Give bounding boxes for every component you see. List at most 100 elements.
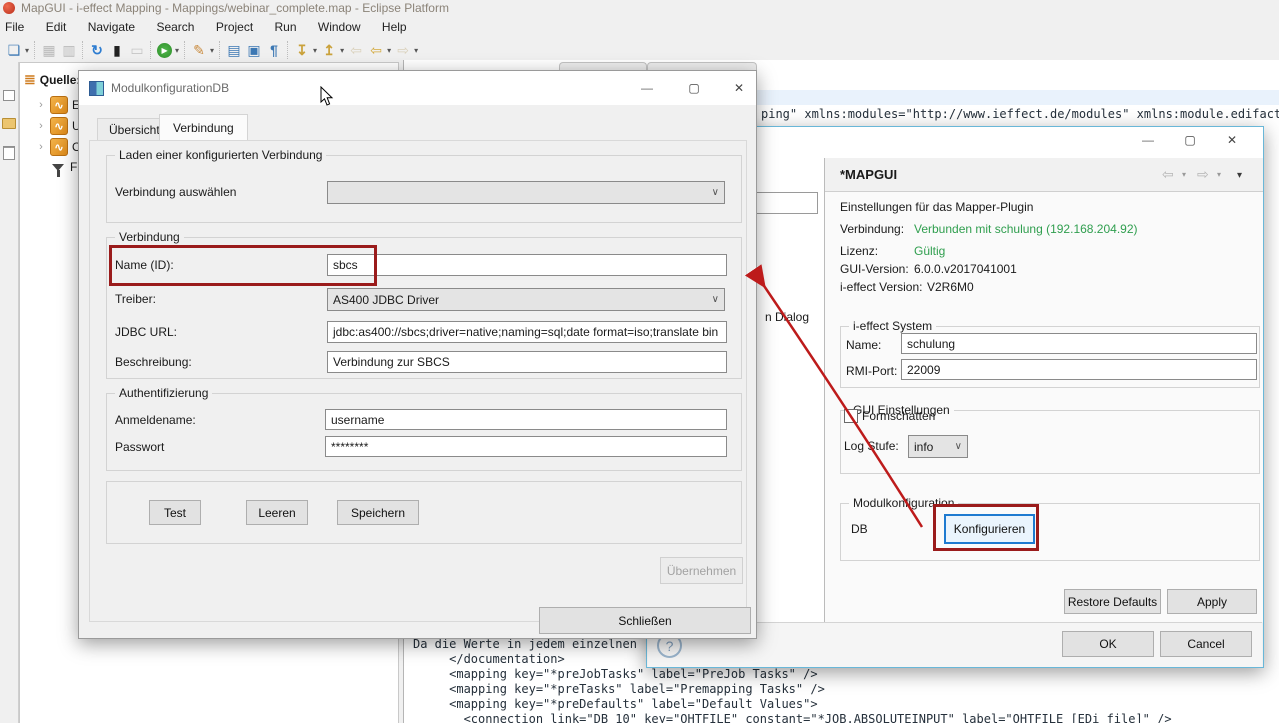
run-icon[interactable]: ▶ [157,43,172,58]
xml-code-line[interactable]: <connection link="DB 10" key="OHTFILE" c… [413,712,1172,723]
import-icon[interactable]: ↧ [292,40,312,60]
log-level-select[interactable]: info ∨ [908,435,968,458]
document-icon[interactable] [3,146,15,160]
formschatten-label[interactable]: Formschatten [862,409,935,423]
apply-button[interactable]: Apply [1167,589,1257,614]
source-doc-icon: ≣ [24,71,36,88]
system-name-input[interactable]: schulung [901,333,1257,354]
tab-verbindung[interactable]: Verbindung [159,114,248,142]
dialog-window-icon [89,81,104,96]
map-icon[interactable]: ▭ [127,40,147,60]
module-config-group: Modulkonfiguration DB Konfigurieren [840,503,1260,561]
history-back-dropdown-icon[interactable]: ▾ [1182,170,1186,179]
import-dropdown-icon[interactable]: ▾ [313,46,317,55]
close-icon[interactable]: ✕ [724,81,754,95]
refresh-icon[interactable]: ↻ [87,40,107,60]
username-input[interactable]: username [325,409,727,430]
chevron-down-icon: ∨ [712,187,719,198]
menu-project[interactable]: Project [207,17,262,37]
save-all-icon[interactable]: ▥ [59,40,79,60]
select-connection-select[interactable]: ∨ [327,181,725,204]
name-id-input[interactable]: sbcs [327,254,727,276]
xml-code-line[interactable]: ping" xmlns:modules="http://www.ieffect.… [761,107,1279,121]
plugin-settings-heading: Einstellungen für das Mapper-Plugin [840,200,1033,214]
tab-content-pane: Laden einer konfigurierten Verbindung Ve… [89,140,747,622]
xml-code-line[interactable]: </documentation> [413,652,565,666]
jdbc-url-input[interactable]: jdbc:as400://sbcs;driver=native;naming=s… [327,321,727,343]
forward-dropdown-icon[interactable]: ▾ [414,46,418,55]
export-icon[interactable]: ↥ [319,40,339,60]
history-forward-dropdown-icon[interactable]: ▾ [1217,170,1221,179]
source-panel-title: Quelle: [40,73,81,87]
new-wizard-icon[interactable]: ❏ [4,40,24,60]
action-buttons-box: Test Leeren Speichern [106,481,742,544]
forward-icon[interactable]: ⇨ [393,40,413,60]
back-dropdown-icon[interactable]: ▾ [387,46,391,55]
menu-navigate[interactable]: Navigate [79,17,144,37]
connection-status: Verbunden mit schulung (192.168.204.92) [914,222,1138,236]
pilcrow-icon[interactable]: ¶ [264,40,284,60]
rmi-port-input[interactable]: 22009 [901,359,1257,380]
xml-code-line[interactable]: <mapping key="*preDefaults" label="Defau… [413,697,818,711]
maximize-icon[interactable]: ▢ [679,81,709,95]
menu-run[interactable]: Run [266,17,306,37]
menu-edit[interactable]: Edit [37,17,76,37]
tree-expand-icon[interactable]: › [36,120,46,132]
pen-icon[interactable]: ✎ [189,40,209,60]
back-icon[interactable]: ⇦ [366,40,386,60]
new-wizard-dropdown-icon[interactable]: ▾ [25,46,29,55]
jdbc-url-label: JDBC URL: [115,325,177,339]
minimize-icon[interactable]: — [632,81,662,95]
run-dropdown-icon[interactable]: ▾ [175,46,179,55]
tree-expand-icon[interactable]: › [36,99,46,111]
test-button[interactable]: Test [149,500,201,525]
tree-expand-icon[interactable]: › [36,141,46,153]
maximize-icon[interactable]: ▢ [1175,133,1205,147]
xml-code-line[interactable]: <mapping key="*preJobTasks" label="PreJo… [413,667,818,681]
view-menu-icon[interactable]: ▾ [1237,170,1242,181]
window-title: MapGUI - i-effect Mapping - Mappings/web… [21,1,449,15]
ieffect-system-group: i-effect System Name: schulung RMI-Port:… [840,326,1260,388]
outline-icon[interactable]: ▣ [244,40,264,60]
history-forward-icon[interactable]: ⇨ [1197,166,1209,183]
select-connection-label: Verbindung auswählen [115,185,236,199]
restore-defaults-button[interactable]: Restore Defaults [1064,589,1161,614]
menu-search[interactable]: Search [147,17,203,37]
save-connection-button[interactable]: Speichern [337,500,419,525]
menu-file[interactable]: File [0,17,33,37]
menu-window[interactable]: Window [309,17,370,37]
menu-help[interactable]: Help [373,17,416,37]
license-status: Gültig [914,244,945,258]
folder-icon[interactable] [2,118,16,129]
partial-hidden-label: n Dialog [765,310,809,324]
pen-dropdown-icon[interactable]: ▾ [210,46,214,55]
history-back-icon[interactable]: ⇦ [1162,166,1174,183]
password-input[interactable]: ******** [325,436,727,457]
minimize-icon[interactable]: — [1133,133,1163,147]
module-dialog-titlebar[interactable]: ModulkonfigurationDB — ▢ ✕ [79,71,756,105]
driver-value: AS400 JDBC Driver [333,293,439,307]
server-icon[interactable]: ▮ [107,40,127,60]
save-icon[interactable]: ▦ [39,40,59,60]
cancel-button[interactable]: Cancel [1160,631,1252,657]
ok-button[interactable]: OK [1062,631,1154,657]
log-level-label: Log Stufe: [844,439,899,453]
export-dropdown-icon[interactable]: ▾ [340,46,344,55]
link-editor-icon[interactable]: ▤ [224,40,244,60]
restore-view-icon[interactable] [3,90,15,101]
xml-code-line[interactable]: <mapping key="*preTasks" label="Premappi… [413,682,825,696]
db-label: DB [851,522,868,536]
load-connection-legend: Laden einer konfigurierten Verbindung [115,148,326,162]
close-icon[interactable]: ✕ [1217,133,1247,147]
last-edit-location-icon[interactable]: ⇦ [346,40,366,60]
formschatten-checkbox[interactable] [844,409,858,423]
clear-button[interactable]: Leeren [246,500,308,525]
close-dialog-button[interactable]: Schließen [539,607,751,634]
description-input[interactable]: Verbindung zur SBCS [327,351,727,373]
mapping-icon: ∿ [50,96,68,114]
description-label: Beschreibung: [115,355,192,369]
annotation-highlight-name-field [109,245,377,286]
xml-code-line[interactable]: Da die Werte in jedem einzelnen [413,637,637,651]
apply-changes-button[interactable]: Übernehmen [660,557,743,584]
driver-select[interactable]: AS400 JDBC Driver ∨ [327,288,725,311]
